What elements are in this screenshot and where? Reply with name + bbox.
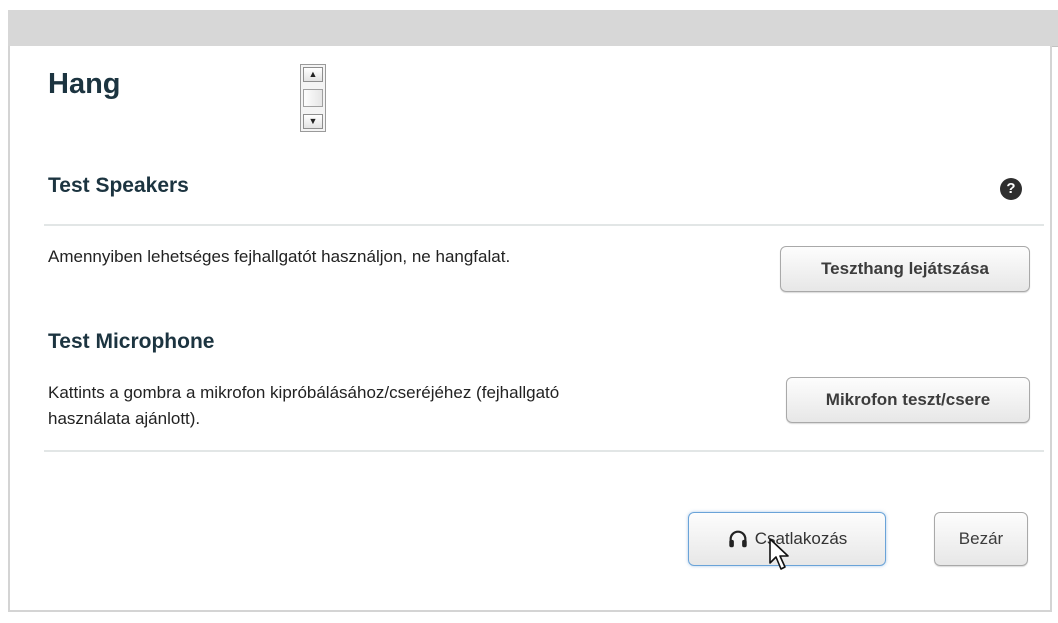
microphone-test-button[interactable]: Mikrofon teszt/csere — [786, 377, 1030, 423]
section-divider — [44, 224, 1044, 226]
help-icon[interactable]: ? — [1000, 178, 1022, 200]
dialog-title: Hang — [48, 68, 121, 100]
play-test-sound-button[interactable]: Teszthang lejátszása — [780, 246, 1030, 292]
microphone-description-line2: használata ajánlott). — [48, 409, 201, 428]
speakers-description: Amennyiben lehetséges fejhallgatót haszn… — [48, 247, 511, 266]
section-divider — [44, 450, 1044, 452]
headset-icon — [728, 530, 747, 548]
window-title-bar — [8, 10, 1058, 47]
test-microphone-title: Test Microphone — [48, 330, 215, 353]
scroll-spinner[interactable]: ▲ ▼ — [300, 64, 326, 132]
test-speakers-title: Test Speakers — [48, 174, 189, 197]
microphone-description: Kattints a gombra a mikrofon kipróbálásá… — [48, 380, 559, 432]
arrow-down-icon[interactable]: ▼ — [303, 114, 323, 129]
arrow-up-icon[interactable]: ▲ — [303, 67, 323, 82]
audio-dialog: Hang ▲ ▼ Test Speakers ? Amennyiben lehe… — [8, 46, 1052, 612]
mouse-pointer-icon — [769, 538, 789, 570]
spinner-thumb[interactable] — [303, 89, 323, 107]
microphone-description-line1: Kattints a gombra a mikrofon kipróbálásá… — [48, 383, 560, 402]
close-button[interactable]: Bezár — [934, 512, 1028, 566]
